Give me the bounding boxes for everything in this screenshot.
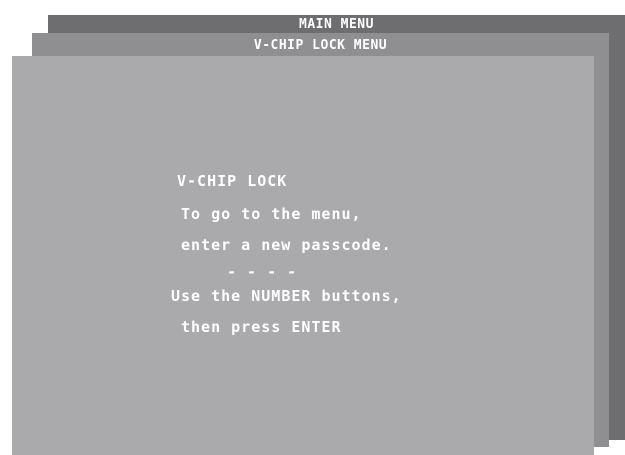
vchip-lock-heading: V-CHIP LOCK [177,172,288,190]
instruction-line-3: Use the NUMBER buttons, [171,287,402,305]
vchip-lock-panel: V-CHIP LOCK To go to the menu, enter a n… [12,56,594,455]
instruction-line-4: then press ENTER [181,318,342,336]
passcode-entry-field[interactable]: - - - - [227,263,297,281]
vchip-lock-menu-title: V-CHIP LOCK MENU [253,38,388,53]
instruction-line-1: To go to the menu, [181,205,362,223]
instruction-line-2: enter a new passcode. [181,236,392,254]
main-menu-title: MAIN MENU [299,17,374,32]
